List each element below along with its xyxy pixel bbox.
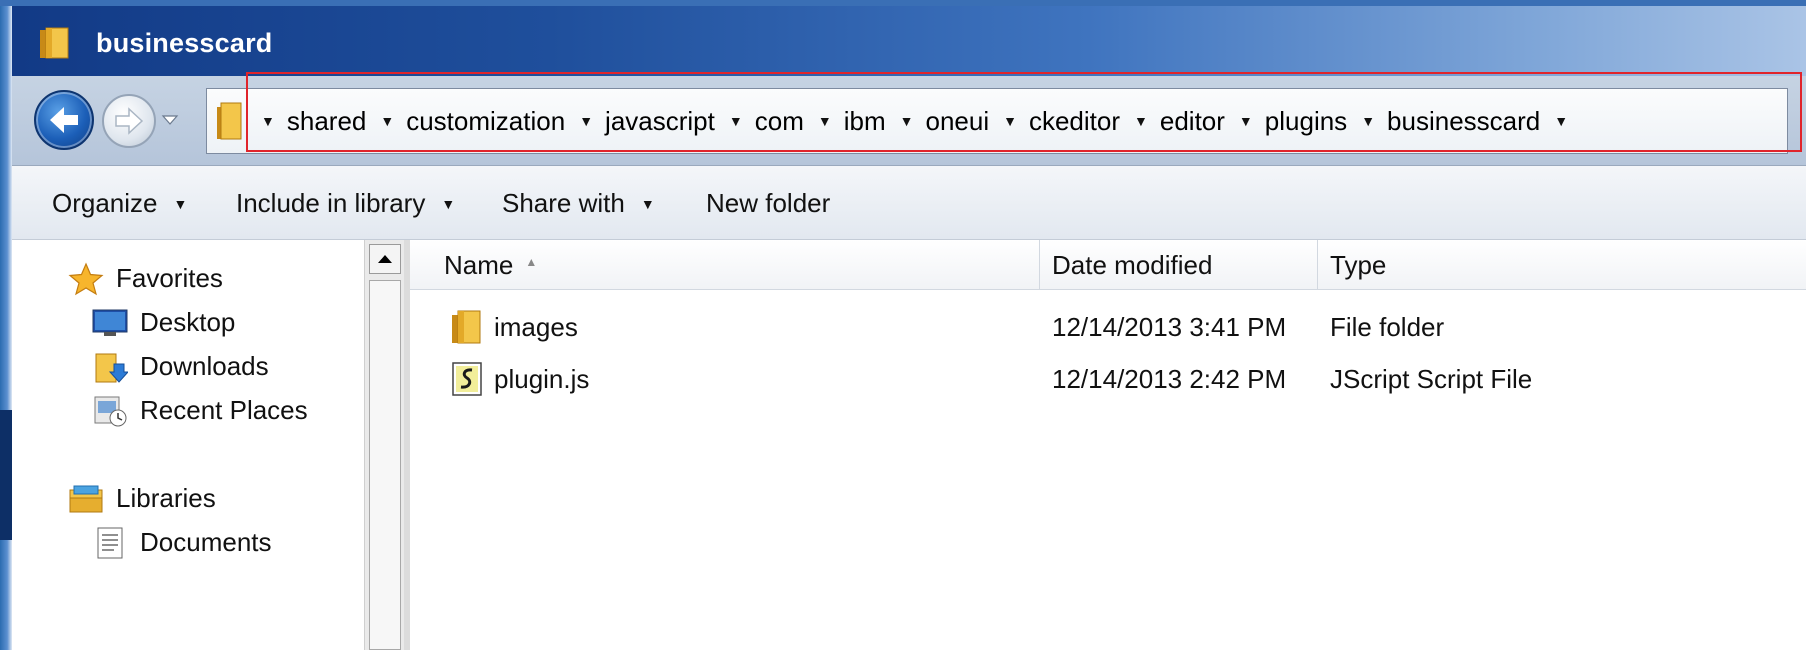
folder-icon bbox=[450, 309, 484, 345]
column-header-row: Name ▲ Date modified Type bbox=[410, 240, 1806, 290]
address-bar[interactable]: ▼ shared ▼ customization ▼ javascript ▼ com … bbox=[206, 88, 1788, 154]
breadcrumb-item-shared[interactable]: ▼ shared bbox=[251, 106, 370, 137]
breadcrumb-chevron-icon[interactable]: ▼ bbox=[1134, 113, 1148, 129]
column-header-date-modified[interactable]: Date modified bbox=[1040, 240, 1318, 290]
breadcrumb-chevron-icon[interactable]: ▼ bbox=[1361, 113, 1375, 129]
chevron-down-icon: ▼ bbox=[441, 195, 456, 212]
column-header-type[interactable]: Type bbox=[1318, 240, 1806, 290]
desktop-background bbox=[0, 0, 12, 650]
downloads-folder-icon bbox=[92, 350, 130, 383]
file-date-cell: 12/14/2013 2:42 PM bbox=[1052, 363, 1287, 394]
include-in-library-button[interactable]: Include in library ▼ bbox=[236, 188, 455, 219]
file-type-cell: JScript Script File bbox=[1330, 363, 1533, 394]
sort-ascending-icon: ▲ bbox=[525, 255, 538, 269]
address-bar-row: ▼ shared ▼ customization ▼ javascript ▼ com … bbox=[12, 76, 1806, 166]
star-icon bbox=[68, 262, 104, 296]
window-title: businesscard bbox=[96, 28, 273, 58]
file-date-cell: 12/14/2013 3:41 PM bbox=[1052, 311, 1287, 342]
breadcrumb-item-oneui[interactable]: ▼ oneui bbox=[890, 106, 993, 137]
address-folder-icon bbox=[215, 101, 245, 141]
desktop-icon bbox=[92, 306, 128, 338]
breadcrumb-chevron-icon[interactable]: ▼ bbox=[261, 113, 275, 129]
navigation-scrollbar[interactable] bbox=[364, 240, 404, 650]
breadcrumb-chevron-icon[interactable]: ▼ bbox=[1239, 113, 1253, 129]
breadcrumb-item-ibm[interactable]: ▼ ibm bbox=[808, 106, 890, 137]
back-arrow-icon bbox=[50, 107, 78, 133]
breadcrumb-item-javascript[interactable]: ▼ javascript bbox=[569, 106, 719, 137]
breadcrumb-chevron-icon[interactable]: ▼ bbox=[579, 113, 593, 129]
nav-item-recent-places[interactable]: Recent Places bbox=[92, 394, 308, 427]
breadcrumb-chevron-icon[interactable]: ▼ bbox=[729, 113, 743, 129]
chevron-down-icon: ▼ bbox=[173, 195, 188, 212]
scroll-up-button[interactable] bbox=[369, 244, 401, 274]
title-bar[interactable]: businesscard bbox=[12, 6, 1806, 76]
file-name-cell: images bbox=[450, 302, 578, 352]
breadcrumb-chevron-icon[interactable]: ▼ bbox=[818, 113, 832, 129]
explorer-window: businesscard ▼ shared ▼ customization ▼ … bbox=[12, 6, 1806, 650]
breadcrumb-item-plugins[interactable]: ▼ plugins bbox=[1229, 106, 1351, 137]
share-with-button[interactable]: Share with ▼ bbox=[502, 188, 655, 219]
script-file-icon bbox=[450, 361, 484, 397]
breadcrumb-chevron-icon[interactable]: ▼ bbox=[380, 113, 394, 129]
forward-arrow-icon bbox=[115, 107, 144, 135]
nav-item-documents[interactable]: Documents bbox=[92, 526, 272, 559]
organize-button[interactable]: Organize ▼ bbox=[52, 188, 187, 219]
libraries-icon bbox=[68, 482, 104, 514]
forward-button[interactable] bbox=[102, 94, 156, 148]
address-dropdown-icon[interactable]: ▼ bbox=[1554, 113, 1568, 129]
back-button[interactable] bbox=[34, 90, 94, 150]
nav-item-favorites[interactable]: Favorites bbox=[68, 262, 223, 296]
new-folder-button[interactable]: New folder bbox=[706, 188, 830, 219]
file-name-cell: plugin.js bbox=[450, 354, 589, 404]
scroll-thumb[interactable] bbox=[369, 280, 401, 650]
breadcrumb-item-com[interactable]: ▼ com bbox=[719, 106, 808, 137]
breadcrumb-item-ckeditor[interactable]: ▼ ckeditor bbox=[993, 106, 1124, 137]
documents-icon bbox=[92, 526, 128, 559]
breadcrumb-item-businesscard[interactable]: ▼ businesscard ▼ bbox=[1351, 106, 1584, 137]
nav-item-downloads[interactable]: Downloads bbox=[92, 350, 269, 383]
breadcrumb-chevron-icon[interactable]: ▼ bbox=[1003, 113, 1017, 129]
breadcrumb-item-customization[interactable]: ▼ customization bbox=[370, 106, 569, 137]
recent-pages-dropdown-icon[interactable] bbox=[160, 112, 180, 128]
folder-icon bbox=[38, 26, 72, 60]
chevron-down-icon: ▼ bbox=[640, 195, 655, 212]
nav-item-desktop[interactable]: Desktop bbox=[92, 306, 235, 338]
breadcrumb-item-editor[interactable]: ▼ editor bbox=[1124, 106, 1229, 137]
file-type-cell: File folder bbox=[1330, 311, 1445, 342]
file-row[interactable]: images 12/14/2013 3:41 PM File folder bbox=[410, 302, 1806, 352]
navigation-pane: Favorites Desktop Downloads Recent Place… bbox=[12, 240, 404, 650]
command-bar: Organize ▼ Include in library ▼ Share with… bbox=[12, 166, 1806, 240]
breadcrumb: ▼ shared ▼ customization ▼ javascript ▼ com … bbox=[251, 89, 1584, 153]
file-list: Name ▲ Date modified Type images 12/14/20… bbox=[410, 240, 1806, 650]
breadcrumb-chevron-icon[interactable]: ▼ bbox=[900, 113, 914, 129]
scroll-up-arrow-icon bbox=[378, 255, 392, 263]
nav-item-libraries[interactable]: Libraries bbox=[68, 482, 216, 514]
recent-places-icon bbox=[92, 394, 128, 427]
file-row[interactable]: plugin.js 12/14/2013 2:42 PM JScript Scr… bbox=[410, 354, 1806, 404]
column-header-name[interactable]: Name ▲ bbox=[410, 240, 1040, 290]
